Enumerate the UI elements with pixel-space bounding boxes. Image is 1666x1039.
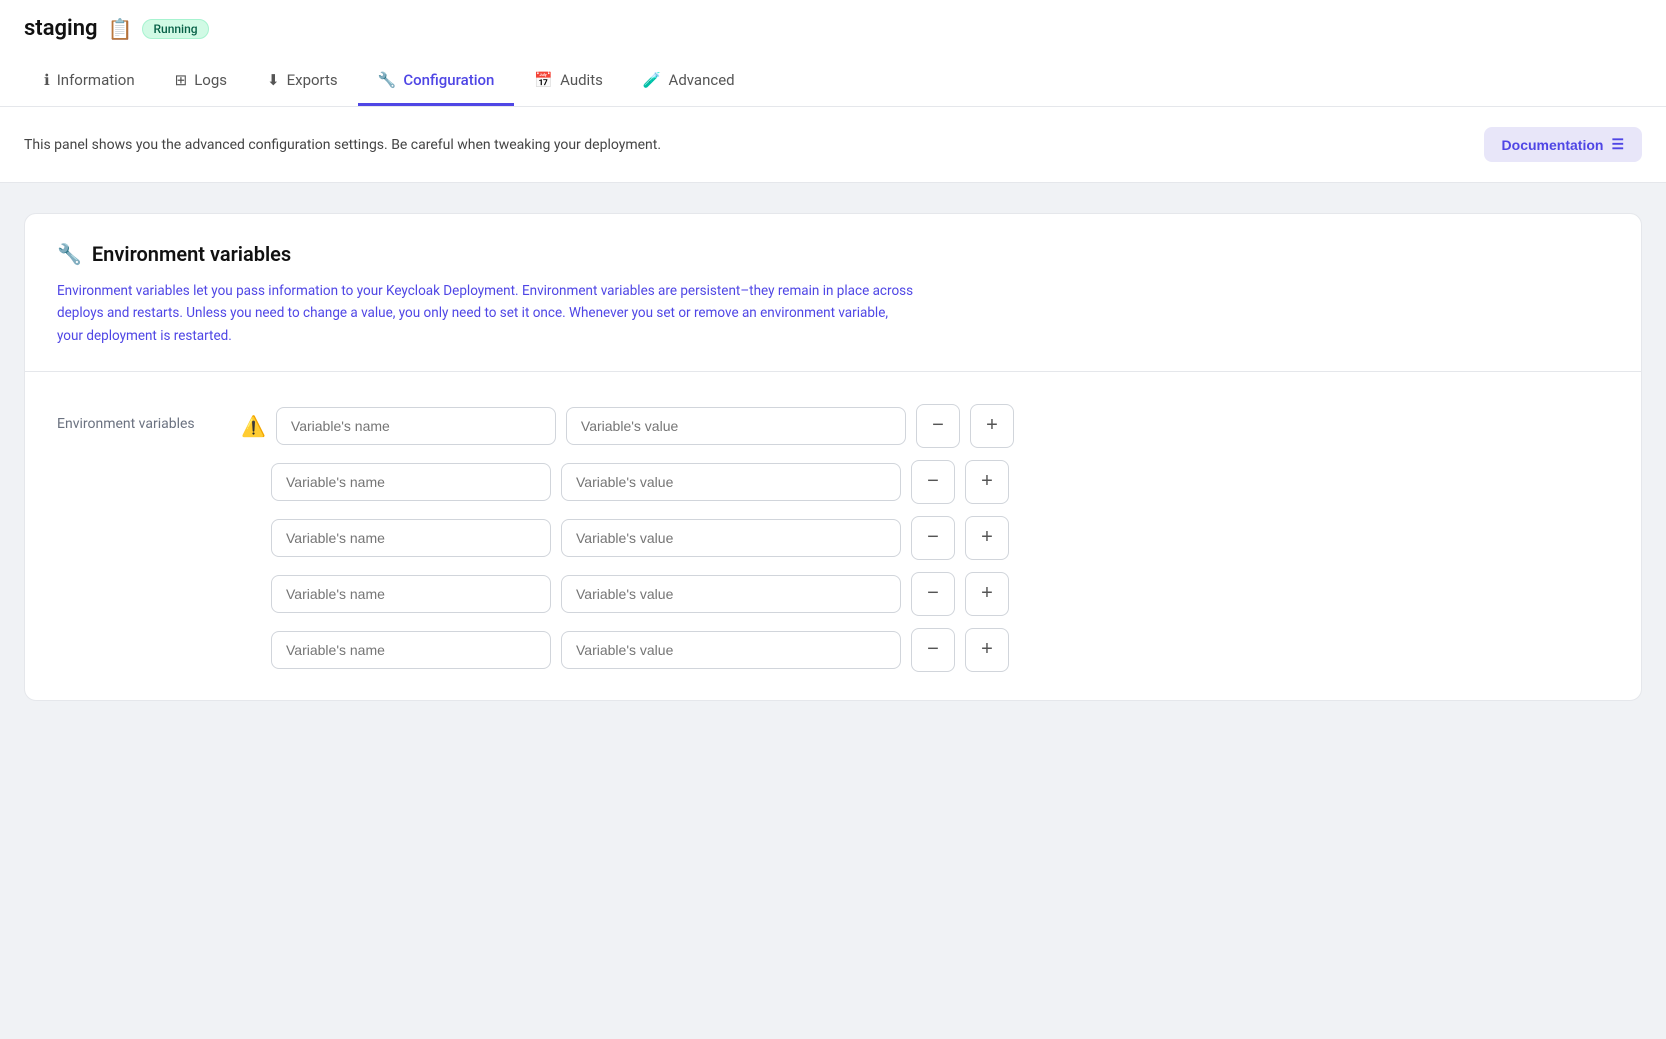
remove-row-button-2[interactable]: − xyxy=(911,460,955,504)
information-icon: ℹ xyxy=(44,71,50,89)
tab-advanced[interactable]: 🧪 Advanced xyxy=(623,61,755,106)
logs-icon: ⊞ xyxy=(175,71,188,89)
tab-logs[interactable]: ⊞ Logs xyxy=(155,61,247,106)
env-name-input-1[interactable] xyxy=(276,407,556,445)
env-name-input-3[interactable] xyxy=(271,519,551,557)
tab-exports-label: Exports xyxy=(287,71,338,89)
tab-information[interactable]: ℹ Information xyxy=(24,61,155,106)
tab-audits[interactable]: 📅 Audits xyxy=(514,61,622,106)
divider xyxy=(25,371,1641,372)
exports-icon: ⬇ xyxy=(267,71,280,89)
remove-row-button-5[interactable]: − xyxy=(911,628,955,672)
advanced-icon: 🧪 xyxy=(643,71,662,89)
env-row: − + xyxy=(241,572,1609,616)
warning-icon: ⚠️ xyxy=(241,414,266,438)
env-row: − + xyxy=(241,460,1609,504)
env-value-input-3[interactable] xyxy=(561,519,901,557)
add-row-button-4[interactable]: + xyxy=(965,572,1009,616)
status-badge: Running xyxy=(142,19,208,39)
env-row: ⚠️ − + xyxy=(241,404,1609,448)
description-bar: This panel shows you the advanced config… xyxy=(0,107,1666,183)
env-row: − + xyxy=(241,516,1609,560)
main-content: 🔧 Environment variables Environment vari… xyxy=(0,183,1666,883)
add-row-button-2[interactable]: + xyxy=(965,460,1009,504)
tab-configuration-label: Configuration xyxy=(403,71,494,89)
env-variables-card: 🔧 Environment variables Environment vari… xyxy=(24,213,1642,701)
tab-exports[interactable]: ⬇ Exports xyxy=(247,61,358,106)
remove-row-button-4[interactable]: − xyxy=(911,572,955,616)
env-row: − + xyxy=(241,628,1609,672)
documentation-label: Documentation xyxy=(1502,137,1604,153)
top-section: staging 📋 Running ℹ Information ⊞ Logs ⬇… xyxy=(0,0,1666,107)
configuration-icon: 🔧 xyxy=(378,71,397,89)
env-name-input-2[interactable] xyxy=(271,463,551,501)
tab-logs-label: Logs xyxy=(194,71,227,89)
add-row-button-5[interactable]: + xyxy=(965,628,1009,672)
env-name-input-4[interactable] xyxy=(271,575,551,613)
nav-tabs: ℹ Information ⊞ Logs ⬇ Exports 🔧 Configu… xyxy=(24,49,1642,106)
remove-row-button-3[interactable]: − xyxy=(911,516,955,560)
section-title-text: Environment variables xyxy=(92,242,291,266)
app-name: staging xyxy=(24,16,98,41)
env-value-input-5[interactable] xyxy=(561,631,901,669)
app-copy-icon[interactable]: 📋 xyxy=(108,17,133,41)
documentation-button[interactable]: Documentation ☰ xyxy=(1484,127,1642,162)
app-header: staging 📋 Running xyxy=(24,0,1642,49)
env-value-input-2[interactable] xyxy=(561,463,901,501)
add-row-button-3[interactable]: + xyxy=(965,516,1009,560)
env-vars-section: Environment variables ⚠️ − + − + xyxy=(57,396,1609,672)
remove-row-button-1[interactable]: − xyxy=(916,404,960,448)
add-row-button-1[interactable]: + xyxy=(970,404,1014,448)
audits-icon: 📅 xyxy=(534,71,553,89)
env-name-input-5[interactable] xyxy=(271,631,551,669)
env-value-input-4[interactable] xyxy=(561,575,901,613)
env-rows: ⚠️ − + − + − + xyxy=(241,404,1609,672)
wrench-icon: 🔧 xyxy=(57,242,82,266)
documentation-icon: ☰ xyxy=(1611,136,1624,153)
env-vars-label: Environment variables xyxy=(57,404,217,672)
tab-audits-label: Audits xyxy=(560,71,603,89)
env-value-input-1[interactable] xyxy=(566,407,906,445)
tab-information-label: Information xyxy=(57,71,135,89)
tab-configuration[interactable]: 🔧 Configuration xyxy=(358,61,515,106)
description-text: This panel shows you the advanced config… xyxy=(24,137,661,153)
section-title: 🔧 Environment variables xyxy=(57,242,1609,266)
section-description: Environment variables let you pass infor… xyxy=(57,280,917,347)
tab-advanced-label: Advanced xyxy=(669,71,735,89)
